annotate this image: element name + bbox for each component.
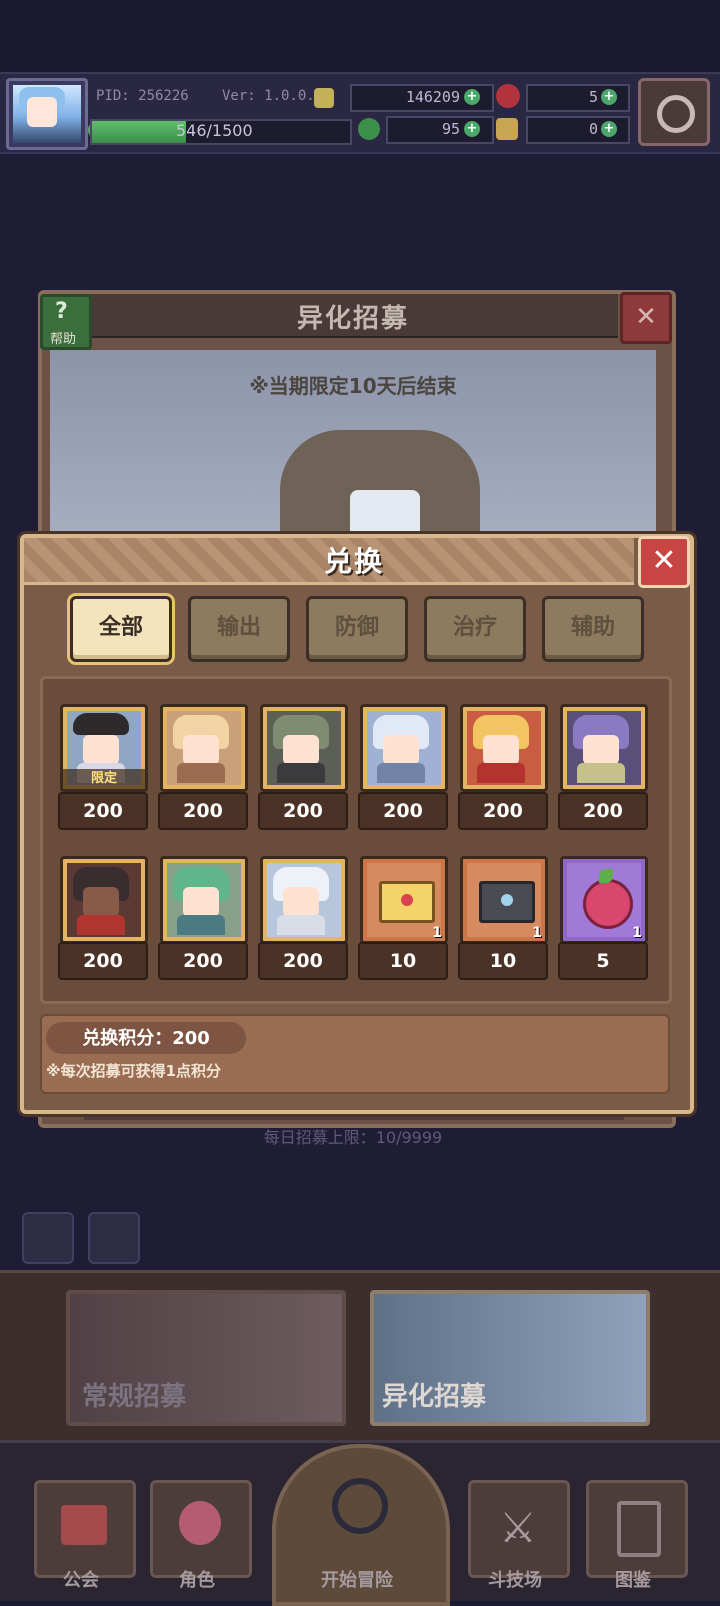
nav-arena[interactable]: ⚔ (468, 1480, 570, 1578)
exchange-title: 兑换 (323, 545, 384, 578)
side-icon-1[interactable] (22, 1212, 74, 1264)
add-currency3-icon[interactable]: + (464, 121, 480, 137)
magnifier-icon (332, 1478, 388, 1534)
version-label: Ver: 1.0.0.5 (222, 88, 324, 104)
price-silver-armor-hero: 200 (358, 792, 448, 830)
gear-icon (657, 95, 695, 133)
envelope-icon (479, 881, 535, 923)
nav-character[interactable] (150, 1480, 252, 1578)
swords-icon: ⚔ (499, 1503, 537, 1552)
alien-recruit-banner[interactable]: 异化招募 (370, 1290, 650, 1426)
tab-heal[interactable]: 治疗 (424, 596, 526, 662)
price-pink-fruit: 5 (558, 942, 648, 980)
recruit-close-button[interactable]: ✕ (620, 292, 672, 344)
fruit-icon (583, 879, 633, 929)
recruit-title: 异化招募 (296, 304, 409, 334)
currency4-value: 0 (588, 120, 598, 138)
tab-output[interactable]: 输出 (188, 596, 290, 662)
daily-limit: 每日招募上限：10/9999 (263, 1128, 443, 1147)
exchange-item-green-long-hair-hero[interactable] (160, 856, 248, 944)
limited-badge: 限定 (63, 769, 145, 789)
tab-all[interactable]: 全部 (70, 596, 172, 662)
nav-adventure-label: 开始冒险 (321, 1570, 393, 1591)
xp-text: 546/1500 (176, 121, 253, 140)
normal-recruit-label: 常规招募 (82, 1382, 187, 1412)
exchange-item-silver-armor-hero[interactable] (360, 704, 448, 792)
book-icon (617, 1501, 661, 1557)
exchange-item-blonde-hero[interactable] (160, 704, 248, 792)
price-green-hair-hero: 200 (258, 792, 348, 830)
price-dark-letter: 10 (458, 942, 548, 980)
add-currency4-icon[interactable]: + (601, 121, 617, 137)
character-icon (179, 1501, 221, 1545)
close-icon: ✕ (651, 543, 677, 578)
nav-gallery-label: 图鉴 (615, 1570, 651, 1591)
alien-recruit-label: 异化招募 (382, 1382, 487, 1412)
heart-seal-icon (401, 894, 413, 906)
currency2-value: 5 (588, 88, 598, 106)
price-red-blonde-hero: 200 (458, 792, 548, 830)
item-quantity: 1 (432, 925, 442, 941)
exchange-item-purple-hair-hero[interactable] (560, 704, 648, 792)
exchange-item-red-blonde-hero[interactable] (460, 704, 548, 792)
player-id: PID: 256226 (96, 88, 189, 104)
normal-recruit-banner[interactable]: 常规招募 (66, 1290, 346, 1426)
side-icon-2[interactable] (88, 1212, 140, 1264)
item-quantity: 1 (532, 925, 542, 941)
price-blonde-hero: 200 (158, 792, 248, 830)
nav-guild-label: 公会 (63, 1570, 99, 1591)
settings-button[interactable] (638, 78, 710, 146)
close-icon: ✕ (635, 302, 657, 332)
price-gold-letter: 10 (358, 942, 448, 980)
nav-gallery[interactable] (586, 1480, 688, 1578)
add-currency2-icon[interactable]: + (601, 89, 617, 105)
item-currency-icon (496, 118, 518, 140)
add-currency1-icon[interactable]: + (464, 89, 480, 105)
points-note: ※每次招募可获得1点积分 (46, 1062, 222, 1080)
recruit-limited-note: ※当期限定10天后结束 (249, 374, 457, 398)
leaf-icon (599, 869, 613, 883)
guild-icon (61, 1505, 107, 1545)
price-witch-hero: 200 (58, 792, 148, 830)
ruby-icon (496, 84, 520, 108)
heart-seal-icon (501, 894, 513, 906)
nav-character-label: 角色 (179, 1570, 215, 1591)
nav-arena-label: 斗技场 (488, 1570, 542, 1591)
currency3-value: 95 (441, 120, 460, 138)
price-green-long-hair-hero: 200 (158, 942, 248, 980)
price-white-hair-hero: 200 (258, 942, 348, 980)
tab-support[interactable]: 辅助 (542, 596, 644, 662)
exchange-item-dark-letter[interactable]: 1 (460, 856, 548, 944)
exchange-points: 兑换积分：200 (82, 1028, 210, 1049)
exchange-close-button[interactable]: ✕ (638, 536, 690, 588)
exchange-item-white-hair-hero[interactable] (260, 856, 348, 944)
price-dark-hat-hero: 200 (58, 942, 148, 980)
exchange-item-dark-hat-hero[interactable] (60, 856, 148, 944)
price-purple-hair-hero: 200 (558, 792, 648, 830)
help-label: 帮助 (49, 332, 76, 347)
exchange-item-witch-hero[interactable]: 限定 (60, 704, 148, 792)
envelope-icon (379, 881, 435, 923)
nav-guild[interactable] (34, 1480, 136, 1578)
tab-defense[interactable]: 防御 (306, 596, 408, 662)
exchange-item-green-hair-hero[interactable] (260, 704, 348, 792)
avatar[interactable] (6, 78, 88, 150)
item-quantity: 1 (632, 925, 642, 941)
clover-currency-icon (358, 118, 380, 140)
question-icon: ? (55, 299, 68, 324)
coin-icon (314, 88, 334, 108)
exchange-item-gold-letter[interactable]: 1 (360, 856, 448, 944)
exchange-item-pink-fruit[interactable]: 1 (560, 856, 648, 944)
currency1-value: 146209 (405, 88, 460, 106)
